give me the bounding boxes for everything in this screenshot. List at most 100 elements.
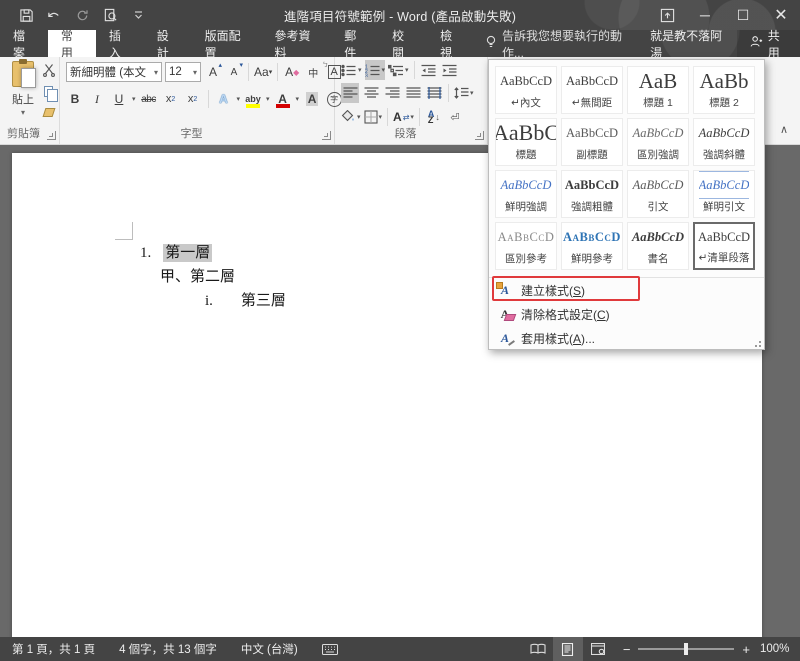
decrease-indent-icon[interactable] [420, 60, 438, 80]
paste-dropdown-arrow[interactable]: ▾ [21, 108, 25, 117]
clipboard-dialog-launcher[interactable] [47, 131, 56, 140]
font-size-combo[interactable]: 12▾ [165, 62, 201, 82]
style-tile-subtle-reference[interactable]: AaBbCcD區別參考 [495, 222, 557, 270]
style-tile-intense-emphasis[interactable]: AaBbCcD鮮明強調 [495, 170, 557, 218]
superscript-button[interactable]: x2 [184, 89, 202, 109]
font-name-combo[interactable]: 新細明體 (本文▾ [66, 62, 162, 82]
align-center-icon[interactable] [362, 83, 380, 103]
style-tile-no-spacing[interactable]: AaBbCcD↵無間距 [561, 66, 623, 114]
language-indicator[interactable]: 中文 (台灣) [229, 641, 310, 657]
font-dialog-launcher[interactable] [322, 131, 331, 140]
style-tile-heading1[interactable]: AaB標題 1 [627, 66, 689, 114]
style-tile-emphasis[interactable]: AaBbCcD強調斜體 [693, 118, 755, 166]
grow-font-button[interactable]: A▴ [204, 62, 222, 82]
style-tile-normal[interactable]: AaBbCcD↵內文 [495, 66, 557, 114]
undo-icon[interactable] [42, 4, 66, 26]
ribbon-display-options-icon[interactable] [648, 0, 686, 30]
word-count[interactable]: 4 個字，共 13 個字 [107, 641, 229, 657]
distributed-icon[interactable] [425, 83, 443, 103]
style-tile-intense-quote[interactable]: AaBbCcD鮮明引文 [693, 170, 755, 218]
dropdown-resize-grip[interactable] [753, 339, 761, 347]
shrink-font-button[interactable]: A▾ [225, 62, 243, 82]
style-tile-title[interactable]: AaBbC標題 [495, 118, 557, 166]
cut-icon[interactable] [40, 62, 57, 78]
format-painter-icon[interactable] [40, 104, 57, 120]
web-layout-icon[interactable] [583, 637, 613, 661]
font-color-icon[interactable]: A [274, 89, 292, 109]
account-name[interactable]: 就是教不落阿湯 [640, 30, 737, 57]
align-right-icon[interactable] [383, 83, 401, 103]
style-tile-subtitle[interactable]: AaBbCcD副標題 [561, 118, 623, 166]
read-mode-icon[interactable] [523, 637, 553, 661]
print-layout-icon[interactable] [553, 637, 583, 661]
highlight-color-icon[interactable]: aby [244, 89, 262, 109]
borders-icon[interactable]: ▾ [364, 107, 383, 127]
font-color-arrow[interactable]: ▾ [296, 95, 300, 103]
customize-qat-icon[interactable] [126, 4, 150, 26]
zoom-slider[interactable] [638, 648, 734, 650]
style-tile-intense-reference[interactable]: AaBbCcD鮮明參考 [561, 222, 623, 270]
italic-button[interactable]: I [88, 89, 106, 109]
paragraph-dialog-launcher[interactable] [475, 131, 484, 140]
save-icon[interactable] [14, 4, 38, 26]
style-tile-list-paragraph[interactable]: AaBbCcD↵清單段落 [693, 222, 755, 270]
share-button[interactable]: 共用 [737, 30, 800, 57]
apply-styles-menu-item[interactable]: A 套用樣式(A)... [489, 326, 764, 350]
line-spacing-icon[interactable]: ▾ [454, 83, 474, 103]
redo-icon[interactable] [70, 4, 94, 26]
zoom-in-icon[interactable]: + [742, 642, 750, 657]
text-effects-icon[interactable]: A [215, 89, 233, 109]
tab-review[interactable]: 校閱 [379, 30, 427, 57]
tab-view[interactable]: 檢視 [427, 30, 475, 57]
page-info[interactable]: 第 1 頁，共 1 頁 [0, 641, 107, 657]
strikethrough-button[interactable]: abc [140, 89, 158, 109]
highlight-arrow[interactable]: ▾ [266, 95, 270, 103]
justify-icon[interactable] [404, 83, 422, 103]
numbering-icon[interactable]: 123 ▾ [365, 60, 386, 80]
bold-button[interactable]: B [66, 89, 84, 109]
style-tile-quote[interactable]: AaBbCcD引文 [627, 170, 689, 218]
character-shading-icon[interactable]: A [303, 89, 321, 109]
maximize-button[interactable]: ☐ [724, 0, 762, 30]
align-left-icon[interactable] [341, 83, 359, 103]
tab-insert[interactable]: 插入 [96, 30, 144, 57]
show-marks-icon[interactable]: ⏎ [446, 107, 464, 127]
collapse-ribbon-icon[interactable]: ∧ [780, 123, 788, 136]
text-effects-arrow[interactable]: ▾ [237, 95, 241, 103]
subscript-button[interactable]: x2 [162, 89, 180, 109]
character-scaling-icon[interactable]: A⇄▾ [393, 107, 414, 127]
style-tile-heading2[interactable]: AaBb標題 2 [693, 66, 755, 114]
doc-line-1[interactable]: 1.第一層 [140, 241, 212, 262]
phonetic-guide-icon[interactable]: 中 [304, 62, 322, 82]
tab-layout[interactable]: 版面配置 [192, 30, 262, 57]
underline-dropdown-arrow[interactable]: ▾ [132, 95, 136, 103]
copy-icon[interactable] [40, 83, 57, 99]
shading-icon[interactable]: ▾ [341, 107, 361, 127]
increase-indent-icon[interactable] [441, 60, 459, 80]
style-tile-strong[interactable]: AaBbCcD強調粗體 [561, 170, 623, 218]
zoom-slider-thumb[interactable] [684, 643, 688, 655]
zoom-level[interactable]: 100% [760, 643, 800, 655]
clear-formatting-menu-item[interactable]: A 清除格式設定(C) [489, 302, 764, 326]
minimize-button[interactable]: ─ [686, 0, 724, 30]
clear-formatting-icon[interactable]: A◆ [283, 62, 301, 82]
selected-text[interactable]: 第一層 [163, 244, 212, 262]
doc-line-3[interactable]: i.第三層 [205, 289, 286, 310]
close-button[interactable]: ✕ [762, 0, 800, 30]
create-style-menu-item[interactable]: A 建立樣式(S) [489, 278, 764, 302]
style-tile-subtle-emphasis[interactable]: AaBbCcD區別強調 [627, 118, 689, 166]
doc-line-2[interactable]: 甲、第二層 [160, 265, 235, 286]
tab-mailings[interactable]: 郵件 [331, 30, 379, 57]
bullets-icon[interactable]: ▾ [341, 60, 362, 80]
tab-file[interactable]: 檔案 [0, 30, 48, 57]
tab-design[interactable]: 設計 [144, 30, 192, 57]
sort-icon[interactable]: AZ↓ [425, 107, 443, 127]
multilevel-list-icon[interactable]: ▾ [388, 60, 409, 80]
print-preview-icon[interactable] [98, 4, 122, 26]
tell-me-box[interactable]: 告訴我您想要執行的動作... [475, 30, 640, 57]
tab-home[interactable]: 常用 [48, 30, 96, 57]
tab-references[interactable]: 參考資料 [261, 30, 331, 57]
underline-button[interactable]: U [110, 89, 128, 109]
change-case-button[interactable]: Aa▾ [254, 62, 272, 82]
zoom-out-icon[interactable]: − [623, 642, 631, 657]
